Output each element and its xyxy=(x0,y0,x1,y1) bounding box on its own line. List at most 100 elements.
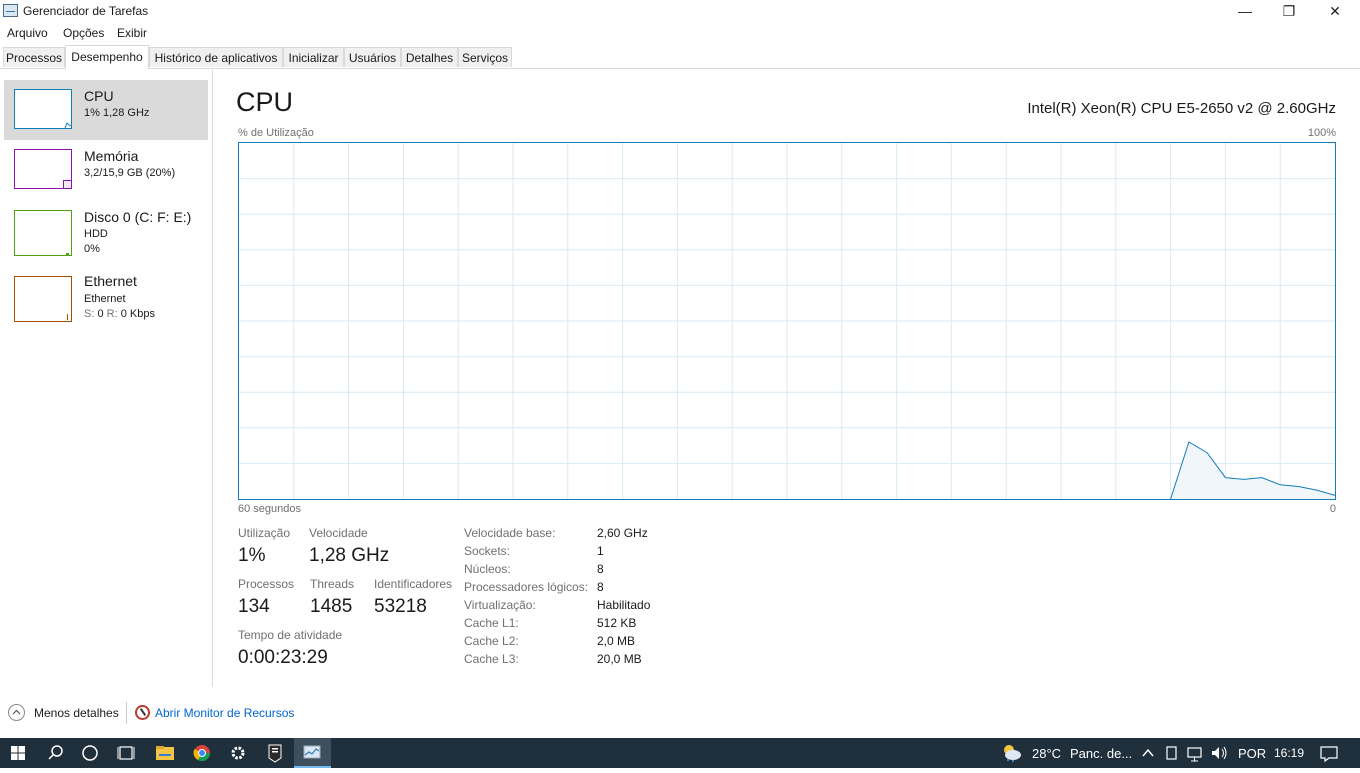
virtualization-value: Habilitado xyxy=(597,598,651,612)
cpu-usage-point xyxy=(1243,479,1244,480)
cpu-usage-point xyxy=(604,498,605,499)
cpu-usage-point xyxy=(987,498,988,499)
memory-thumbnail-graph xyxy=(14,149,72,189)
footer-divider xyxy=(126,702,127,724)
cpu-usage-point xyxy=(1261,477,1262,478)
l2-cache-label: Cache L2: xyxy=(464,634,519,648)
search-icon[interactable] xyxy=(37,738,73,768)
open-resource-monitor-link[interactable]: Abrir Monitor de Recursos xyxy=(155,706,294,720)
l1-cache-label: Cache L1: xyxy=(464,616,519,630)
cores-label: Núcleos: xyxy=(464,562,511,576)
threads-label: Threads xyxy=(310,577,355,591)
sidebar-item-title: Memória xyxy=(84,148,139,164)
chrome-icon[interactable] xyxy=(184,738,220,768)
page-title: CPU xyxy=(236,87,294,117)
menu-exibir[interactable]: Exibir xyxy=(117,26,147,40)
sidebar-item-detail: 0% xyxy=(84,243,100,255)
cpu-usage-point xyxy=(1042,498,1043,499)
task-manager-icon xyxy=(3,4,18,17)
task-manager-taskbar-icon[interactable] xyxy=(294,738,331,768)
network-icon[interactable] xyxy=(1184,738,1206,768)
cpu-usage-point xyxy=(385,498,386,499)
menu-arquivo[interactable]: Arquivo xyxy=(7,26,48,40)
tab-usuarios[interactable]: Usuários xyxy=(344,47,401,67)
cpu-usage-point xyxy=(695,498,696,499)
sidebar-item-memoria[interactable]: Memória 3,2/15,9 GB (20%) xyxy=(4,140,208,200)
start-icon[interactable] xyxy=(0,738,36,768)
cpu-usage-point xyxy=(366,498,367,499)
windows-taskbar: 28°C Panc. de... POR 16:19 xyxy=(0,738,1360,768)
settings-gear-icon[interactable] xyxy=(220,738,256,768)
cpu-usage-graph xyxy=(238,142,1336,500)
cpu-usage-point xyxy=(1079,498,1080,499)
utilization-value: 1% xyxy=(238,545,266,566)
x-axis-left-label: 60 segundos xyxy=(238,503,301,515)
tray-device-icon[interactable] xyxy=(1162,738,1182,768)
task-view-icon[interactable] xyxy=(108,738,144,768)
l3-cache-value: 20,0 MB xyxy=(597,652,642,666)
sidebar-item-ethernet[interactable]: Ethernet Ethernet S: 0 R: 0 Kbps xyxy=(4,266,208,326)
window-title: Gerenciador de Tarefas xyxy=(23,4,149,18)
l3-cache-label: Cache L3: xyxy=(464,652,519,666)
performance-sidebar: CPU 1% 1,28 GHz Memória 3,2/15,9 GB (20%… xyxy=(0,70,213,687)
notifications-icon[interactable] xyxy=(1314,738,1344,768)
sidebar-item-subtitle: Ethernet xyxy=(84,293,126,305)
weather-temperature[interactable]: 28°C xyxy=(1032,746,1061,761)
tab-detalhes[interactable]: Detalhes xyxy=(401,47,458,67)
sidebar-item-cpu[interactable]: CPU 1% 1,28 GHz xyxy=(4,80,208,140)
handles-label: Identificadores xyxy=(374,577,453,591)
cpu-usage-point xyxy=(1134,498,1135,499)
cpu-usage-point xyxy=(933,498,934,499)
tab-desempenho[interactable]: Desempenho xyxy=(65,45,149,69)
less-details-button[interactable]: Menos detalhes xyxy=(34,706,119,720)
cpu-usage-point xyxy=(586,498,587,499)
tab-processos[interactable]: Processos xyxy=(3,47,65,67)
cpu-usage-point xyxy=(239,498,240,499)
resource-monitor-icon xyxy=(135,705,150,720)
cpu-usage-point xyxy=(969,498,970,499)
cpu-usage-point xyxy=(275,498,276,499)
close-button[interactable]: ✕ xyxy=(1312,0,1358,22)
tab-historico[interactable]: Histórico de aplicativos xyxy=(149,47,283,67)
maximize-button[interactable]: ❐ xyxy=(1266,0,1312,22)
minimize-button[interactable]: — xyxy=(1222,0,1268,22)
cpu-usage-point xyxy=(823,498,824,499)
sidebar-item-disco[interactable]: Disco 0 (C: F: E:) HDD 0% xyxy=(4,200,208,260)
sidebar-item-subtitle: HDD xyxy=(84,228,108,240)
chevron-up-icon[interactable] xyxy=(8,704,25,721)
input-language[interactable]: POR xyxy=(1238,746,1266,761)
cpu-usage-point xyxy=(878,498,879,499)
uptime-value: 0:00:23:29 xyxy=(238,647,328,668)
send-label: S: xyxy=(84,308,95,320)
menu-opcoes[interactable]: Opções xyxy=(63,26,104,40)
sidebar-item-title: CPU xyxy=(84,88,114,104)
x-axis-right-label: 0 xyxy=(1329,503,1336,515)
y-max-label: 100% xyxy=(1307,127,1336,139)
chevron-up-tray-icon[interactable] xyxy=(1138,738,1158,768)
file-explorer-icon[interactable] xyxy=(147,738,183,768)
base-speed-label: Velocidade base: xyxy=(464,526,556,540)
graph-grid xyxy=(239,143,1335,499)
tab-inicializar[interactable]: Inicializar xyxy=(283,47,344,67)
weather-description[interactable]: Panc. de... xyxy=(1070,746,1132,761)
disk-thumbnail-graph xyxy=(14,210,72,256)
weather-icon[interactable] xyxy=(998,738,1026,768)
receive-value: 0 Kbps xyxy=(120,308,155,320)
cpu-usage-point xyxy=(1207,452,1208,453)
cpu-usage-point xyxy=(914,498,915,499)
tab-servicos[interactable]: Serviços xyxy=(458,47,512,67)
processes-value: 134 xyxy=(238,596,270,617)
volume-icon[interactable] xyxy=(1208,738,1230,768)
cpu-usage-point xyxy=(860,498,861,499)
sidebar-item-subtitle: 1% 1,28 GHz xyxy=(84,107,150,119)
l2-cache-value: 2,0 MB xyxy=(597,634,636,648)
cpu-usage-point xyxy=(549,498,550,499)
cpu-usage-point xyxy=(805,498,806,499)
epic-games-icon[interactable] xyxy=(257,738,293,768)
cortana-icon[interactable] xyxy=(72,738,108,768)
clock-time[interactable]: 16:19 xyxy=(1274,746,1304,760)
sidebar-item-detail: S: 0 R: 0 Kbps xyxy=(84,308,155,320)
cpu-usage-point xyxy=(1152,498,1153,499)
cpu-usage-chart xyxy=(239,143,1335,499)
virtualization-label: Virtualização: xyxy=(464,598,536,612)
